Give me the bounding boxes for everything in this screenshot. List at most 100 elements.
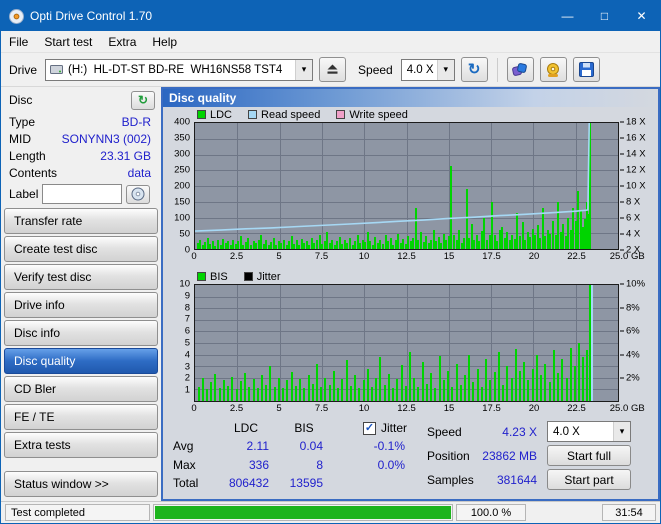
window-title: Opti Drive Control 1.70 — [30, 9, 153, 23]
legend-item: LDC — [197, 109, 232, 121]
y-tick-label: 350 — [174, 132, 190, 144]
scan-info: Speed 4.23 X 4.0 X ▾ Position 23862 MB S… — [425, 421, 631, 490]
data-bar — [392, 388, 395, 401]
data-bar — [277, 377, 280, 401]
sidebar-button-extra-tests[interactable]: Extra tests — [4, 432, 158, 458]
data-bar — [582, 356, 585, 401]
disc-type-value: BD-R — [121, 114, 151, 129]
scan-speed-value: 4.0 X — [553, 425, 580, 438]
avg-jitter-value: -0.1% — [373, 439, 405, 454]
y-tick-label: 8 X — [620, 197, 640, 208]
data-bar — [535, 354, 538, 401]
x-tick-label: 2.5 — [229, 403, 244, 414]
y-tick-label: 0 — [184, 244, 190, 256]
data-bar — [485, 359, 488, 401]
samples-value: 381644 — [496, 472, 537, 487]
start-part-button[interactable]: Start part — [547, 469, 631, 490]
burn-disc-button[interactable] — [539, 57, 567, 82]
drive-select[interactable]: (H:) HL-DT-ST BD-RE WH16NS58 TST4 ▾ — [45, 58, 314, 81]
data-bar — [544, 363, 547, 401]
eject-button[interactable] — [319, 57, 347, 82]
rescan-disc-button[interactable]: ↻ — [131, 90, 155, 110]
x-tick-label: 17.5 — [482, 403, 501, 414]
data-bar — [510, 377, 513, 401]
start-full-button[interactable]: Start full — [547, 445, 631, 466]
close-button[interactable]: ✕ — [623, 1, 660, 31]
disc-contents-value[interactable]: data — [128, 166, 151, 180]
y-tick-label: 200 — [174, 180, 190, 192]
y-axis-right: 18 X 16 X 14 X 12 X 10 X8 X6 X4 X2 X — [619, 117, 654, 256]
position-row-label: Position — [427, 448, 470, 463]
data-bar — [459, 384, 462, 401]
disc-compare-button[interactable] — [506, 57, 534, 82]
sidebar-button-drive-info[interactable]: Drive info — [4, 292, 158, 318]
data-bar — [557, 373, 560, 401]
x-tick-label: 5 — [276, 251, 282, 262]
status-window-button[interactable]: Status window >> — [4, 471, 158, 497]
write-speed-swatch — [336, 110, 346, 119]
data-bar — [328, 384, 331, 401]
data-bar — [519, 370, 522, 401]
refresh-icon: ↻ — [137, 93, 149, 107]
bis-jitter-chart: BIS Jitter 10 9 8 7 6 5 4 3 2 1 10% 8% 6% 4% 2% 0 2.5 5 7… — [167, 269, 654, 416]
write-label-button[interactable] — [126, 184, 151, 204]
minimize-button[interactable]: — — [549, 1, 586, 31]
sidebar-button-fe-te[interactable]: FE / TE — [4, 404, 158, 430]
legend-item: Write speed — [336, 109, 408, 121]
sidebar-button-cd-bler[interactable]: CD Bler — [4, 376, 158, 402]
read-speed-swatch — [248, 110, 258, 119]
x-tick-label: 25.0 — [609, 251, 629, 262]
scan-speed-select[interactable]: 4.0 X ▾ — [547, 421, 631, 442]
save-button[interactable] — [572, 57, 600, 82]
status-text: Test completed — [5, 504, 150, 521]
x-tick-label: 22.5 — [567, 403, 586, 414]
disc-quality-panel: Disc quality LDC Read speed Write speed 40… — [161, 87, 660, 501]
x-tick-label: 15 — [443, 403, 455, 414]
y-tick-label: 8% — [620, 302, 640, 313]
y-tick-label: 10% — [620, 279, 645, 290]
data-bar — [252, 378, 255, 401]
jitter-checkbox[interactable]: ✓ — [362, 421, 376, 435]
speed-row-label: Speed — [427, 424, 462, 439]
sidebar-button-disc-quality[interactable]: Disc quality — [4, 348, 158, 374]
x-tick-label: 22.5 — [567, 251, 586, 262]
bis-swatch — [197, 272, 206, 281]
speed-select[interactable]: 4.0 X ▾ — [400, 58, 455, 81]
menu-file[interactable]: File — [1, 31, 36, 52]
y-tick-label: 4% — [620, 349, 640, 360]
y-tick-label: 1 — [184, 384, 190, 396]
legend-label: BIS — [210, 270, 228, 283]
data-bar — [379, 356, 382, 401]
sidebar-button-create-test-disc[interactable]: Create test disc — [4, 236, 158, 262]
sidebar-button-transfer-rate[interactable]: Transfer rate — [4, 208, 158, 234]
data-bar — [472, 382, 475, 401]
data-bar — [552, 349, 555, 401]
data-bar — [311, 383, 314, 401]
data-bar — [502, 384, 505, 401]
data-bar — [447, 370, 450, 401]
maximize-button[interactable]: □ — [586, 1, 623, 31]
data-bar — [315, 363, 318, 401]
menu-extra[interactable]: Extra — [100, 31, 144, 52]
menubar: File Start test Extra Help — [1, 31, 660, 53]
data-bar — [497, 352, 500, 401]
sidebar-button-disc-info[interactable]: Disc info — [4, 320, 158, 346]
data-bar — [345, 360, 348, 401]
read-speed-line — [195, 123, 618, 249]
disc-label-input[interactable] — [42, 184, 123, 204]
ldc-swatch — [197, 110, 206, 119]
x-tick-label: 7.5 — [314, 251, 329, 262]
data-bar — [396, 378, 399, 401]
y-tick-label: 2 — [184, 372, 190, 384]
menu-start-test[interactable]: Start test — [36, 31, 100, 52]
position-value: 23862 MB — [482, 448, 537, 463]
data-bar — [387, 374, 390, 401]
refresh-speeds-button[interactable]: ↻ — [460, 57, 488, 82]
menu-help[interactable]: Help — [144, 31, 185, 52]
y-tick-label: 10 X — [620, 181, 646, 192]
disc-length-value: 23.31 GB — [100, 148, 151, 163]
sidebar-button-verify-test-disc[interactable]: Verify test disc — [4, 264, 158, 290]
data-bar — [337, 388, 340, 401]
eject-icon — [327, 64, 338, 74]
avg-bis-value: 0.04 — [299, 439, 323, 454]
